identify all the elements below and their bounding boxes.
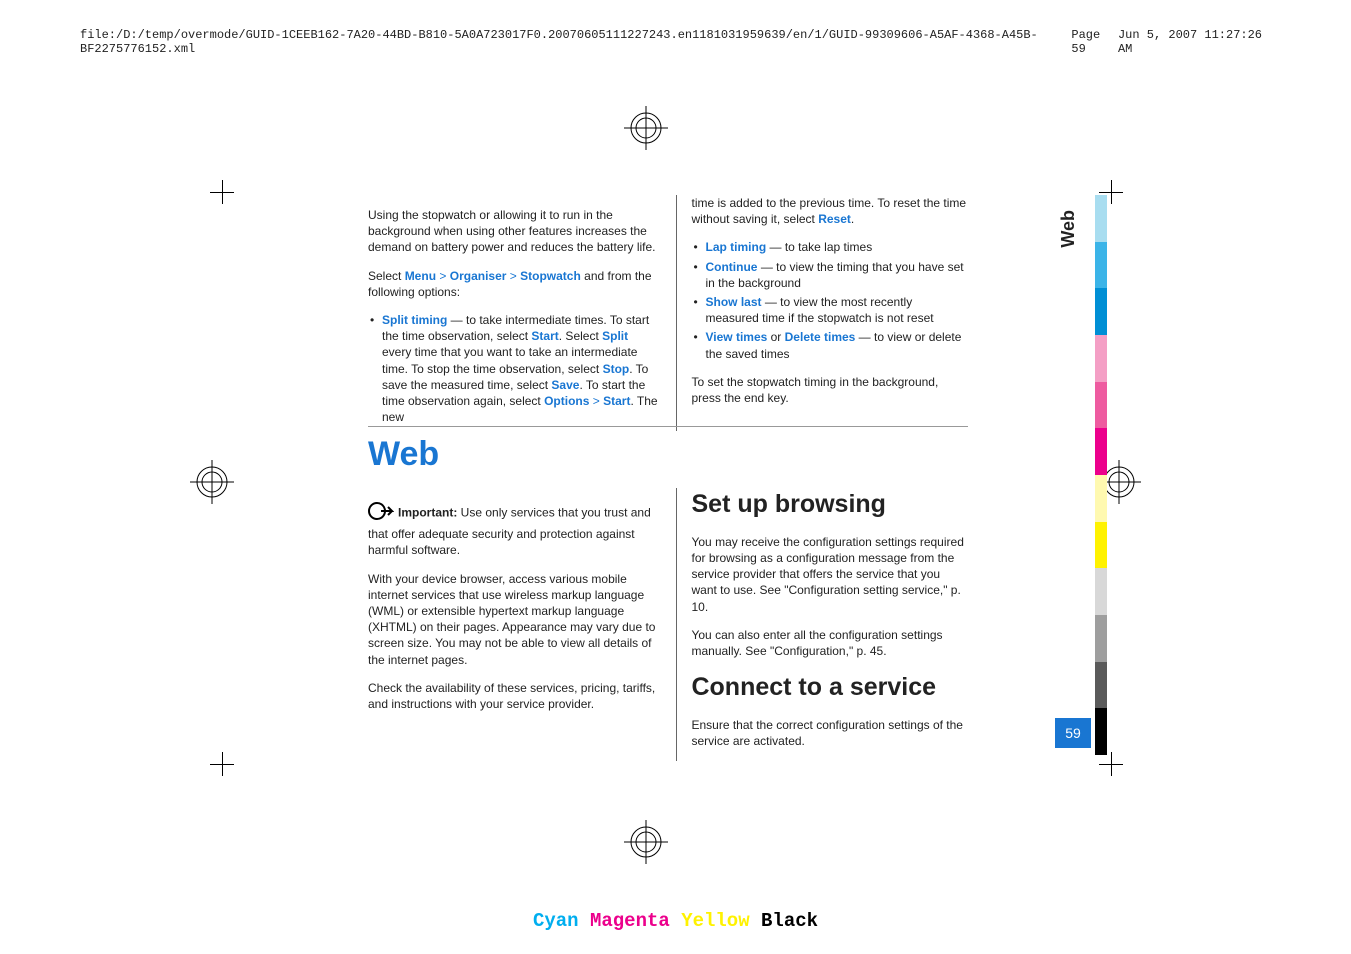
chevron-icon: > [439,269,446,283]
chevron-icon: > [510,269,517,283]
option-name: Delete times [785,330,856,344]
web-columns: Important: Use only services that you tr… [368,488,968,761]
column-left: Using the stopwatch or allowing it to ru… [368,195,658,431]
magenta-label: Magenta [590,910,670,932]
crop-mark [210,180,234,204]
color-calibration-bar [1095,195,1107,755]
option-name: Show last [705,295,761,309]
action-label: Options [544,394,589,408]
menu-path-item: Stopwatch [520,269,581,283]
black-label: Black [761,910,818,932]
option-list: Split timing — to take intermediate time… [368,312,658,425]
column-left: Important: Use only services that you tr… [368,488,658,761]
cmyk-label: Cyan Magenta Yellow Black [0,910,1351,932]
page-indicator: Page 59 [1071,28,1118,56]
action-label: Split [602,329,628,343]
list-item: View times or Delete times — to view or … [691,329,968,361]
action-label: Save [551,378,579,392]
menu-path-item: Menu [405,269,436,283]
page-number: 59 [1055,718,1091,748]
paragraph: time is added to the previous time. To r… [691,195,968,227]
list-item: Lap timing — to take lap times [691,239,968,255]
chevron-icon: > [593,394,600,408]
action-label: Reset [818,212,851,226]
cyan-label: Cyan [533,910,579,932]
important-label: Important: [398,505,461,519]
web-section: Web [368,410,968,488]
paragraph: To set the stopwatch timing in the backg… [691,374,968,406]
option-name: Continue [705,260,757,274]
important-note: Important: Use only services that you tr… [368,500,658,559]
subsection-heading: Connect to a service [691,671,968,705]
menu-path-item: Organiser [450,269,507,283]
paragraph: With your device browser, access various… [368,571,658,668]
registration-mark-icon [190,460,234,504]
paragraph: Check the availability of these services… [368,680,658,712]
side-tab-label: Web [1058,210,1076,248]
column-right: time is added to the previous time. To r… [676,195,968,431]
yellow-label: Yellow [681,910,749,932]
paragraph: Ensure that the correct configuration se… [691,717,968,749]
paragraph: Using the stopwatch or allowing it to ru… [368,207,658,256]
important-icon [368,500,394,526]
registration-mark-icon [624,820,668,864]
option-list: Lap timing — to take lap times Continue … [691,239,968,361]
stopwatch-section: Using the stopwatch or allowing it to ru… [368,195,968,431]
list-item: Split timing — to take intermediate time… [368,312,658,425]
list-item: Show last — to view the most recently me… [691,294,968,326]
paragraph: You can also enter all the configuration… [691,627,968,659]
subsection-heading: Set up browsing [691,488,968,522]
column-right: Set up browsing You may receive the conf… [676,488,968,761]
option-name: Lap timing [705,240,766,254]
crop-mark [210,752,234,776]
action-label: Start [603,394,630,408]
action-label: Start [531,329,558,343]
registration-mark-icon [624,106,668,150]
list-item: Continue — to view the timing that you h… [691,259,968,291]
paragraph: Select Menu > Organiser > Stopwatch and … [368,268,658,300]
file-path: file:/D:/temp/overmode/GUID-1CEEB162-7A2… [80,28,1071,56]
divider [368,426,968,427]
paragraph: You may receive the configuration settin… [691,534,968,615]
crop-mark [1099,752,1123,776]
action-label: Stop [603,362,630,376]
option-name: Split timing [382,313,447,327]
print-header: file:/D:/temp/overmode/GUID-1CEEB162-7A2… [80,28,1271,56]
option-name: View times [705,330,767,344]
section-heading: Web [368,435,968,474]
print-date: Jun 5, 2007 11:27:26 AM [1118,28,1271,56]
